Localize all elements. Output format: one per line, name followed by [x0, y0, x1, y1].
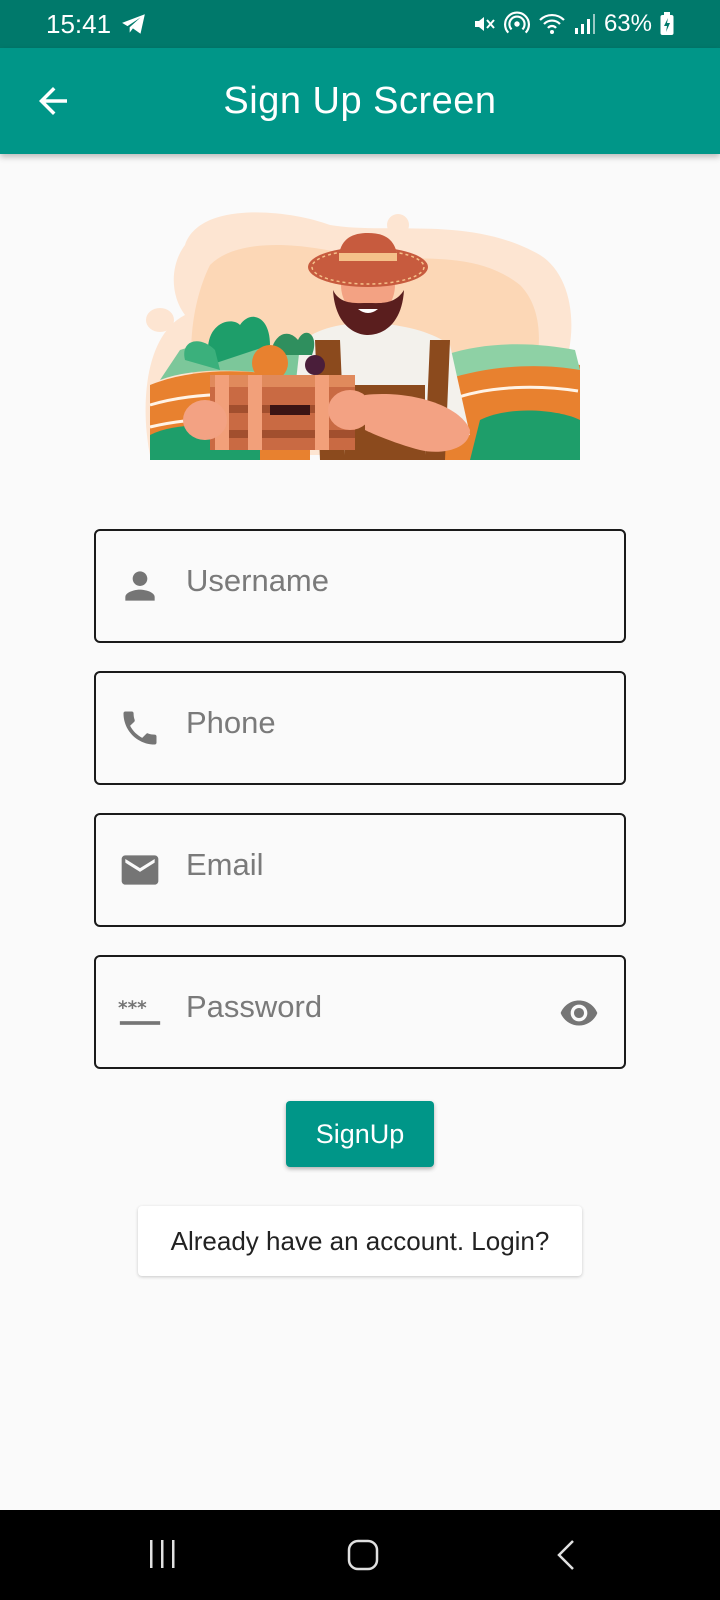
person-icon — [125, 571, 155, 601]
username-input[interactable]: Username — [186, 563, 329, 599]
visibility-icon[interactable] — [556, 993, 602, 1033]
signup-button[interactable]: SignUp — [286, 1101, 434, 1167]
username-field[interactable]: Username — [94, 529, 626, 643]
battery-icon — [660, 12, 674, 35]
email-input[interactable]: Email — [186, 847, 264, 883]
signal-icon — [574, 14, 595, 34]
arrow-back-icon[interactable] — [32, 80, 74, 122]
phone-field[interactable]: Phone — [94, 671, 626, 785]
svg-text:***: *** — [118, 998, 147, 1019]
app-bar: Sign Up Screen — [0, 48, 720, 154]
back-nav-icon[interactable] — [554, 1538, 578, 1572]
status-bar: 15:41 63% — [0, 0, 720, 48]
wifi-icon — [539, 13, 565, 34]
login-link-button[interactable]: Already have an account. Login? — [138, 1206, 582, 1276]
recent-apps-icon[interactable] — [148, 1538, 178, 1570]
password-icon: *** — [118, 998, 161, 1025]
farmer-illustration — [145, 212, 580, 460]
system-nav-bar — [0, 1510, 720, 1600]
email-field[interactable]: Email — [94, 813, 626, 927]
home-icon[interactable] — [346, 1538, 380, 1572]
page-title: Sign Up Screen — [223, 79, 497, 122]
phone-icon — [123, 711, 157, 745]
battery-percent: 63% — [603, 10, 652, 37]
status-left: 15:41 — [46, 9, 147, 40]
status-right: 63% — [472, 10, 674, 38]
mute-icon — [474, 17, 495, 31]
mail-icon — [121, 855, 159, 885]
password-input[interactable]: Password — [186, 989, 322, 1025]
hotspot-icon — [503, 11, 530, 34]
status-time: 15:41 — [46, 8, 112, 39]
phone-input[interactable]: Phone — [186, 705, 276, 741]
password-field[interactable]: *** Password — [94, 955, 626, 1069]
telegram-icon — [122, 14, 145, 34]
